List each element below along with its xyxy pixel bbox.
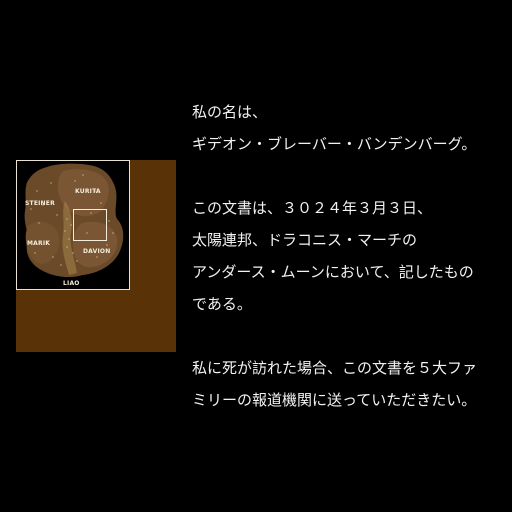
map-label-steiner: STEINER	[25, 200, 55, 207]
map-label-kurita: KURITA	[75, 188, 101, 195]
story-line: ミリーの報道機関に送っていただきたい。	[192, 391, 477, 409]
story-line: 太陽連邦、ドラコニス・マーチの	[192, 231, 418, 249]
map-label-marik: MARIK	[27, 240, 51, 247]
inner-sphere-map-panel: STEINER KURITA MARIK DAVION LIAO	[16, 160, 176, 352]
story-line: である。	[192, 295, 252, 313]
story-text: 私の名は、 ギデオン・ブレーバー・バンデンバーグ。 この文書は、３０２４年３月３…	[192, 96, 504, 416]
story-line: ギデオン・ブレーバー・バンデンバーグ。	[192, 135, 477, 153]
map-selection-box	[73, 209, 107, 241]
story-line: 私の名は、	[192, 103, 268, 121]
story-line: アンダース・ムーンにおいて、記したもの	[192, 263, 474, 281]
inner-sphere-map: STEINER KURITA MARIK DAVION LIAO	[16, 160, 130, 290]
map-label-liao: LIAO	[63, 280, 80, 287]
story-line: この文書は、３０２４年３月３日、	[192, 199, 433, 217]
story-line: 私に死が訪れた場合、この文書を５大ファ	[192, 359, 478, 377]
map-label-davion: DAVION	[83, 248, 111, 255]
